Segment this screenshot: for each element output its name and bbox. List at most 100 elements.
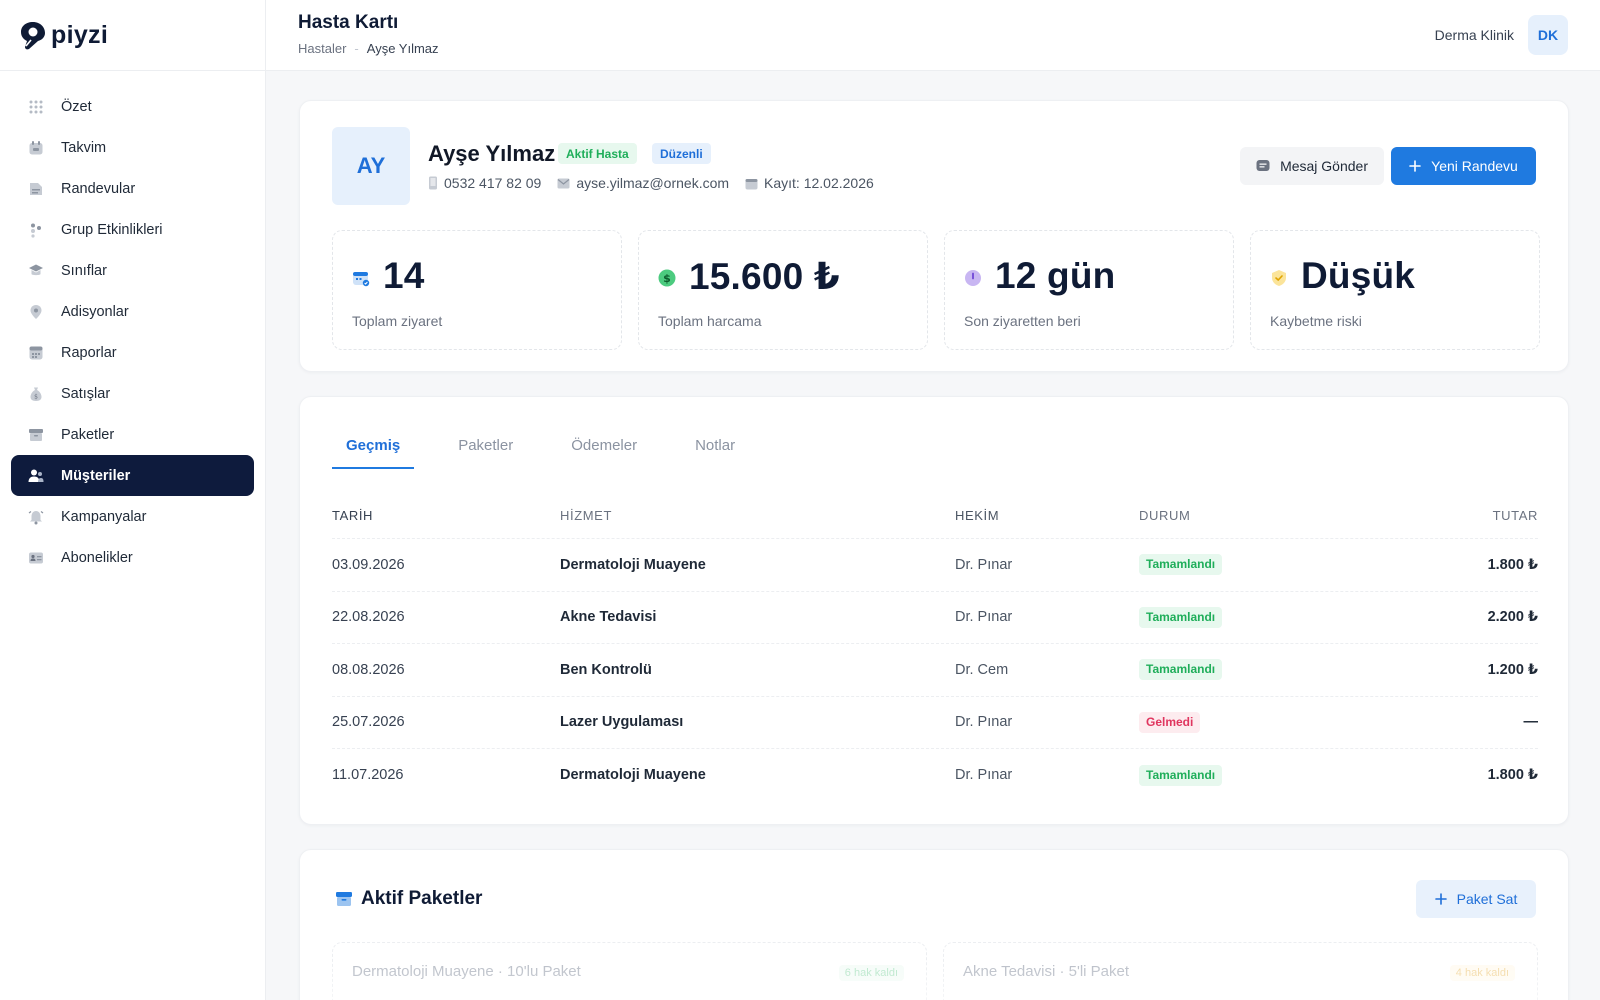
- sidebar-item-label: Abonelikler: [61, 549, 133, 566]
- package-name: Dermatoloji Muayene · 10'lu Paket: [352, 963, 581, 980]
- package-remaining-badge: 6 hak kaldı: [838, 965, 904, 981]
- logo-icon: [17, 19, 49, 51]
- patient-email-text: ayse.yilmaz@ornek.com: [576, 175, 730, 191]
- sidebar-item-label: Adisyonlar: [61, 303, 129, 320]
- status-badge: Tamamlandı: [1139, 606, 1223, 628]
- stat-label: Kaybetme riski: [1270, 313, 1362, 329]
- user-avatar[interactable]: DK: [1528, 15, 1568, 55]
- table-row[interactable]: 08.08.2026 Ben Kontrolü Dr. Cem Tamamlan…: [332, 644, 1538, 697]
- sidebar-item-grup-etkinlikleri[interactable]: Grup Etkinlikleri: [11, 209, 254, 250]
- history-table: TARİH HİZMET HEKİM DURUM TUTAR 03.09.202…: [332, 493, 1538, 802]
- breadcrumb-parent-link[interactable]: Hastaler: [298, 41, 346, 56]
- patient-name: Ayşe Yılmaz: [428, 141, 556, 166]
- row-amount: 1.800 ₺: [1487, 767, 1538, 784]
- column-header-amount[interactable]: TUTAR: [1389, 508, 1538, 523]
- sidebar-item-ozet[interactable]: Özet: [11, 86, 254, 127]
- sidebar-item-label: Randevular: [61, 180, 136, 197]
- sidebar-item-abonelikler[interactable]: Abonelikler: [11, 537, 254, 578]
- stat-value: 12 gün: [995, 255, 1116, 296]
- stat-value: 15.600 ₺: [689, 256, 840, 297]
- send-message-label: Mesaj Gönder: [1280, 158, 1368, 174]
- stat-days-since-visit: 12 gün Son ziyaretten beri: [944, 230, 1234, 350]
- patient-registered-text: Kayıt: 12.02.2026: [764, 175, 874, 191]
- row-date: 22.08.2026: [332, 609, 405, 626]
- sell-package-button[interactable]: Paket Sat: [1416, 880, 1536, 918]
- tabs: Geçmiş Paketler Ödemeler Notlar: [332, 421, 779, 469]
- send-message-button[interactable]: Mesaj Gönder: [1240, 147, 1384, 185]
- patient-email: ayse.yilmaz@ornek.com: [557, 175, 729, 191]
- sidebar-item-satislar[interactable]: $ Satışlar: [11, 373, 254, 414]
- row-doctor: Dr. Pınar: [955, 714, 1013, 731]
- sidebar-item-paketler[interactable]: Paketler: [11, 414, 254, 455]
- package-item[interactable]: Akne Tedavisi · 5'li Paket 4 hak kaldı: [943, 942, 1538, 1000]
- patient-phone: 0532 417 82 09: [428, 175, 541, 191]
- logo[interactable]: piyzi: [0, 0, 265, 71]
- grid-dots-icon: [28, 99, 44, 115]
- sidebar-item-label: Kampanyalar: [61, 508, 147, 525]
- plus-icon: [1434, 893, 1447, 905]
- tab-packages[interactable]: Paketler: [444, 421, 527, 469]
- row-service: Ben Kontrolü: [560, 661, 652, 678]
- mail-icon: [557, 178, 570, 189]
- stat-value: Düşük: [1301, 255, 1416, 296]
- new-appointment-button[interactable]: Yeni Randevu: [1391, 147, 1536, 185]
- section-title: Aktif Paketler: [361, 888, 483, 909]
- clinic-name[interactable]: Derma Klinik: [1435, 27, 1514, 43]
- sidebar-item-label: Sınıflar: [61, 262, 107, 279]
- patient-profile-card: AY Ayşe Yılmaz Aktif Hasta Düzenli 0532 …: [299, 100, 1569, 372]
- sidebar-item-siniflar[interactable]: Sınıflar: [11, 250, 254, 291]
- plus-icon: [1409, 160, 1421, 172]
- logo-text: piyzi: [51, 20, 109, 49]
- row-date: 03.09.2026: [332, 556, 405, 573]
- column-header-status[interactable]: DURUM: [1139, 508, 1389, 523]
- sidebar-item-label: Satışlar: [61, 385, 111, 402]
- tab-history[interactable]: Geçmiş: [332, 421, 415, 469]
- column-header-doctor[interactable]: HEKİM: [955, 508, 1139, 523]
- sidebar-item-adisyonlar[interactable]: Adisyonlar: [11, 291, 254, 332]
- patient-phone-text: 0532 417 82 09: [444, 175, 542, 191]
- patient-registered: Kayıt: 12.02.2026: [745, 175, 874, 191]
- page-title: Hasta Kartı: [298, 12, 399, 33]
- status-badge: Gelmedi: [1139, 711, 1201, 733]
- sidebar-item-label: Grup Etkinlikleri: [61, 221, 163, 238]
- group-icon: [28, 222, 44, 238]
- sidebar-item-raporlar[interactable]: Raporlar: [11, 332, 254, 373]
- stat-label: Son ziyaretten beri: [964, 313, 1081, 329]
- package-name: Akne Tedavisi · 5'li Paket: [963, 963, 1130, 980]
- sidebar: piyzi Özet Takvim Randevular Grup Etkinl…: [0, 0, 266, 1000]
- sidebar-item-label: Takvim: [61, 139, 107, 156]
- table-row[interactable]: 03.09.2026 Dermatoloji Muayene Dr. Pınar…: [332, 539, 1538, 592]
- patient-meta: 0532 417 82 09 ayse.yilmaz@ornek.com Kay…: [428, 175, 890, 191]
- tab-payments[interactable]: Ödemeler: [557, 421, 651, 469]
- column-header-date[interactable]: TARİH: [332, 508, 560, 523]
- status-badge: Tamamlandı: [1139, 659, 1223, 681]
- tab-notes[interactable]: Notlar: [681, 421, 749, 469]
- shield-icon: [1270, 269, 1288, 287]
- table-header: TARİH HİZMET HEKİM DURUM TUTAR: [332, 493, 1538, 539]
- sidebar-item-randevular[interactable]: Randevular: [11, 168, 254, 209]
- status-badge-active: Aktif Hasta: [558, 143, 637, 164]
- phone-icon: [428, 176, 438, 190]
- graduation-cap-icon: [28, 263, 44, 279]
- sidebar-item-kampanyalar[interactable]: Kampanyalar: [11, 496, 254, 537]
- users-icon: [28, 468, 44, 484]
- table-row[interactable]: 11.07.2026 Dermatoloji Muayene Dr. Pınar…: [332, 749, 1538, 802]
- stat-total-visits: 14 Toplam ziyaret: [332, 230, 622, 350]
- sidebar-item-takvim[interactable]: Takvim: [11, 127, 254, 168]
- row-amount: 2.200 ₺: [1487, 609, 1538, 626]
- package-item[interactable]: Dermatoloji Muayene · 10'lu Paket 6 hak …: [332, 942, 927, 1000]
- sidebar-item-label: Raporlar: [61, 344, 117, 361]
- money-bag-icon: $: [28, 386, 44, 402]
- breadcrumb-current: Ayşe Yılmaz: [366, 41, 439, 56]
- breadcrumb-separator: -: [354, 41, 359, 56]
- status-badge-regular: Düzenli: [652, 143, 711, 164]
- status-badge: Tamamlandı: [1139, 764, 1223, 786]
- sell-package-label: Paket Sat: [1456, 891, 1518, 907]
- table-row[interactable]: 22.08.2026 Akne Tedavisi Dr. Pınar Tamam…: [332, 592, 1538, 644]
- stat-churn-risk: Düşük Kaybetme riski: [1250, 230, 1540, 350]
- sidebar-item-musteriler[interactable]: Müşteriler: [11, 455, 254, 496]
- appointments-icon: [28, 181, 44, 197]
- table-row[interactable]: 25.07.2026 Lazer Uygulaması Dr. Pınar Ge…: [332, 697, 1538, 749]
- stat-value: 14: [383, 255, 425, 296]
- column-header-service[interactable]: HİZMET: [560, 508, 955, 523]
